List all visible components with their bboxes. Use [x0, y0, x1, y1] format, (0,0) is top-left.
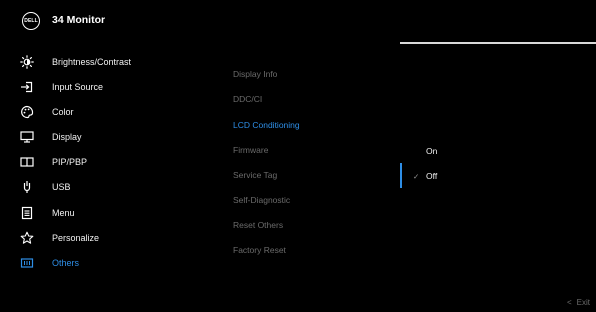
submenu-item-ddc-ci[interactable]: DDC/CI — [233, 94, 262, 104]
osd-header: DELL 34 Monitor — [0, 0, 596, 44]
input-source-icon — [20, 80, 34, 94]
option-off[interactable]: Off — [426, 171, 437, 181]
dell-logo-text: DELL — [24, 17, 38, 24]
chevron-left-icon: < — [567, 298, 572, 307]
menu-item-brightness-contrast[interactable]: Brightness/Contrast — [20, 53, 200, 71]
menu-item-label: Menu — [52, 208, 75, 218]
menu-item-label: PIP/PBP — [52, 157, 88, 167]
menu-item-label: Others — [52, 258, 80, 268]
exit-button[interactable]: < Exit — [567, 298, 590, 307]
star-icon — [20, 231, 34, 245]
menu-item-personalize[interactable]: Personalize — [20, 229, 200, 247]
submenu-item-service-tag[interactable]: Service Tag — [233, 170, 277, 180]
submenu-item-display-info[interactable]: Display Info — [233, 69, 277, 79]
menu-list-icon — [20, 206, 34, 220]
submenu-item-self-diagnostic[interactable]: Self-Diagnostic — [233, 195, 290, 205]
pip-pbp-icon — [20, 155, 34, 169]
selection-indicator-bar — [400, 163, 402, 188]
submenu-item-reset-others[interactable]: Reset Others — [233, 220, 283, 230]
menu-item-label: USB — [52, 182, 71, 192]
submenu-item-lcd-conditioning[interactable]: LCD Conditioning — [233, 120, 300, 130]
menu-item-label: Brightness/Contrast — [52, 57, 132, 67]
checkmark-icon: ✓ — [413, 172, 420, 181]
header-divider — [400, 42, 596, 44]
dell-logo: DELL — [22, 12, 40, 30]
menu-item-label: Personalize — [52, 233, 100, 243]
option-on[interactable]: On — [426, 146, 437, 156]
submenu-item-firmware[interactable]: Firmware — [233, 145, 268, 155]
submenu-item-factory-reset[interactable]: Factory Reset — [233, 245, 286, 255]
others-icon — [20, 256, 34, 270]
monitor-title: 34 Monitor — [52, 14, 106, 26]
menu-item-input-source[interactable]: Input Source — [20, 78, 200, 96]
menu-item-display[interactable]: Display — [20, 128, 200, 146]
osd-menu: DELL 34 Monitor Brightness/Contrast Inpu… — [0, 0, 596, 312]
exit-label: Exit — [576, 298, 591, 307]
color-palette-icon — [20, 105, 34, 119]
usb-icon — [20, 180, 34, 194]
menu-item-pip-pbp[interactable]: PIP/PBP — [20, 153, 200, 171]
menu-item-label: Display — [52, 132, 82, 142]
display-monitor-icon — [20, 130, 34, 144]
menu-item-others[interactable]: Others — [20, 254, 200, 272]
menu-item-menu[interactable]: Menu — [20, 204, 200, 222]
brightness-icon — [20, 55, 34, 69]
menu-item-label: Color — [52, 107, 74, 117]
menu-item-label: Input Source — [52, 82, 104, 92]
menu-item-color[interactable]: Color — [20, 103, 200, 121]
menu-item-usb[interactable]: USB — [20, 178, 200, 196]
